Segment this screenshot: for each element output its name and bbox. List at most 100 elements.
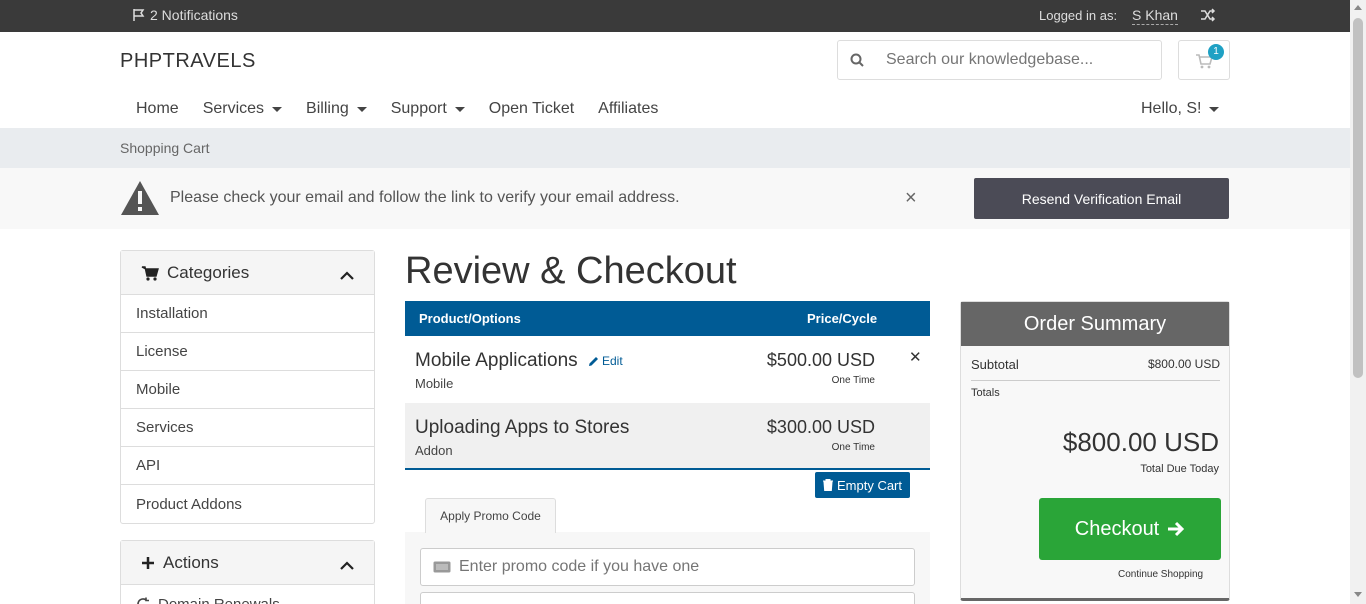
action-domain-renewals[interactable]: Domain Renewals	[121, 585, 374, 604]
actions-header[interactable]: Actions	[121, 541, 374, 585]
header: PHPTRAVELS 1 Home Services Billing Suppo…	[0, 32, 1350, 128]
ticket-icon	[433, 561, 451, 573]
actions-title: Actions	[163, 552, 219, 572]
totals-label: Totals	[971, 387, 1000, 399]
search-icon[interactable]	[838, 53, 876, 67]
cart-item-price: $300.00 USD	[766, 417, 875, 437]
column-product-options: Product/Options	[419, 311, 521, 326]
cart-item-name: Mobile Applications	[415, 350, 578, 371]
page-scrollbar[interactable]	[1350, 0, 1366, 604]
checkout-button[interactable]: Checkout	[1039, 498, 1221, 560]
alert-message: Please check your email and follow the l…	[170, 189, 680, 206]
tab-apply-promo-code[interactable]: Apply Promo Code	[425, 498, 556, 533]
cart-item: Uploading Apps to Stores Addon $300.00 U…	[405, 403, 930, 470]
breadcrumb-current: Shopping Cart	[120, 140, 210, 156]
category-services[interactable]: Services	[121, 409, 374, 447]
nav-services[interactable]: Services	[202, 100, 283, 118]
resend-verification-button[interactable]: Resend Verification Email	[974, 178, 1229, 219]
actions-panel: Actions Domain Renewals	[120, 540, 375, 604]
promo-code-input[interactable]	[459, 558, 914, 576]
subtotal-value: $800.00 USD	[1147, 357, 1220, 371]
edit-item-label: Edit	[602, 354, 623, 368]
cart-item: Mobile Applications Edit Mobile $500.00 …	[405, 336, 930, 403]
caret-down-icon	[356, 106, 367, 112]
category-api[interactable]: API	[121, 447, 374, 485]
categories-header[interactable]: Categories	[121, 251, 374, 295]
cart-button[interactable]: 1	[1178, 40, 1230, 80]
notifications-link[interactable]: 2 Notifications	[132, 7, 238, 23]
nav-services-label: Services	[202, 100, 265, 117]
nav-billing[interactable]: Billing	[306, 100, 367, 118]
total-due-label: Total Due Today	[1140, 463, 1219, 475]
cart-count-badge: 1	[1208, 44, 1224, 60]
category-product-addons[interactable]: Product Addons	[121, 485, 374, 523]
main-nav: Home Services Billing Support Open Ticke…	[136, 100, 682, 118]
cart-item-group: Mobile	[415, 376, 454, 391]
nav-home[interactable]: Home	[136, 100, 179, 118]
breadcrumb: Shopping Cart	[0, 128, 1350, 168]
top-bar: 2 Notifications Logged in as: S Khan	[0, 0, 1350, 32]
chevron-up-icon[interactable]	[340, 266, 354, 286]
verification-alert: Please check your email and follow the l…	[0, 168, 1350, 229]
cart-item-cycle: One Time	[831, 375, 875, 386]
empty-cart-button[interactable]: Empty Cart	[815, 472, 910, 498]
scrollbar-thumb[interactable]	[1353, 18, 1363, 378]
site-logo[interactable]: PHPTRAVELS	[120, 50, 256, 73]
empty-cart-label: Empty Cart	[836, 477, 902, 493]
chevron-up-icon[interactable]	[340, 556, 354, 576]
nav-support-label: Support	[390, 100, 447, 117]
subtotal-label: Subtotal	[971, 357, 1019, 372]
nav-support[interactable]: Support	[391, 100, 465, 118]
shopping-cart-icon	[141, 265, 159, 281]
nav-billing-label: Billing	[306, 100, 349, 117]
cart-item-price: $500.00 USD	[766, 350, 875, 370]
account-menu[interactable]: Hello, S!	[1141, 100, 1220, 118]
cart-table-header: Product/Options Price/Cycle	[405, 301, 930, 336]
category-license[interactable]: License	[121, 333, 374, 371]
search-input[interactable]	[876, 51, 1161, 69]
order-summary: Order Summary Subtotal $800.00 USD Total…	[960, 301, 1230, 601]
logged-in-label: Logged in as:	[1039, 8, 1118, 23]
arrow-right-icon	[1168, 521, 1185, 537]
categories-panel: Categories Installation License Mobile S…	[120, 250, 375, 524]
page-title: Review & Checkout	[405, 250, 737, 292]
order-summary-title: Order Summary	[961, 302, 1229, 346]
nav-open-ticket-label: Open Ticket	[488, 100, 575, 117]
validate-code-button[interactable]	[420, 592, 915, 604]
subtotal-row: Subtotal $800.00 USD	[971, 357, 1220, 381]
categories-title: Categories	[167, 262, 250, 282]
trash-icon	[822, 479, 833, 491]
warning-icon	[120, 180, 160, 221]
plus-icon	[142, 556, 154, 569]
nav-open-ticket[interactable]: Open Ticket	[489, 100, 574, 118]
caret-down-icon	[454, 106, 465, 112]
scroll-down-arrow-icon[interactable]	[1354, 592, 1362, 597]
column-price-cycle: Price/Cycle	[807, 311, 878, 326]
caret-down-icon	[1209, 106, 1220, 112]
account-menu-label: Hello, S!	[1141, 100, 1202, 117]
edit-item-link[interactable]: Edit	[588, 354, 623, 368]
cart-item-group: Addon	[415, 443, 453, 458]
action-domain-renewals-label: Domain Renewals	[158, 595, 280, 604]
nav-home-label: Home	[136, 100, 179, 117]
category-mobile[interactable]: Mobile	[121, 371, 374, 409]
nav-affiliates[interactable]: Affiliates	[598, 100, 658, 118]
user-name-link[interactable]: S Khan	[1132, 7, 1178, 25]
cart-item-name: Uploading Apps to Stores	[415, 417, 630, 438]
continue-shopping-link[interactable]: Continue Shopping	[1118, 569, 1203, 580]
scroll-up-arrow-icon[interactable]	[1354, 5, 1362, 10]
total-due-amount: $800.00 USD	[1062, 427, 1219, 457]
cart-table: Product/Options Price/Cycle Mobile Appli…	[405, 301, 930, 470]
flag-icon	[133, 9, 145, 21]
category-installation[interactable]: Installation	[121, 295, 374, 333]
return-to-admin-icon[interactable]	[1200, 8, 1216, 25]
checkout-label: Checkout	[1074, 517, 1160, 540]
close-alert-icon[interactable]: ×	[905, 187, 917, 210]
knowledgebase-search	[837, 40, 1162, 80]
pencil-icon	[589, 356, 598, 366]
cart-item-cycle: One Time	[831, 442, 875, 453]
nav-affiliates-label: Affiliates	[598, 100, 659, 117]
remove-item-icon[interactable]: ✕	[909, 348, 922, 366]
refresh-icon	[137, 597, 149, 604]
notifications-label: 2 Notifications	[150, 7, 238, 23]
